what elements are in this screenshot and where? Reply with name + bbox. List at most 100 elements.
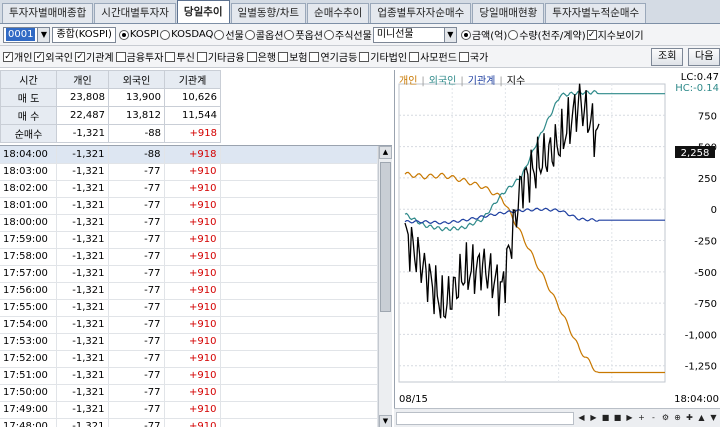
checkbox-icon: [409, 51, 420, 62]
investor-filter-8[interactable]: 연기금등: [309, 49, 357, 64]
investor-filter-6[interactable]: 은행: [246, 49, 276, 64]
table-row[interactable]: 17:51:00 -1,321 -77 +910: [0, 367, 378, 385]
table-row[interactable]: 17:49:00 -1,321 -77 +910: [0, 401, 378, 419]
chart-tool-button-0[interactable]: ◀: [576, 412, 587, 425]
investor-filter-11[interactable]: 국가: [458, 49, 488, 64]
chart-panel[interactable]: 7505002500-250-500-750-1,000-1,250LC:0.4…: [394, 70, 720, 427]
investor-filter-10[interactable]: 사모펀드: [409, 49, 457, 64]
chart-tool-button-5[interactable]: +: [636, 412, 647, 425]
row-blank: [220, 350, 378, 368]
radio-dot-icon: [284, 29, 295, 40]
radio-label: 콜옵션: [255, 31, 284, 42]
investor-filter-5[interactable]: 기타금융: [196, 49, 245, 64]
market-radio-2[interactable]: 선물: [214, 27, 244, 42]
unit-radio-0[interactable]: 금액(억): [460, 27, 507, 42]
tab-4[interactable]: 순매수추이: [307, 3, 370, 23]
chart-tool-button-11[interactable]: ▼: [708, 412, 719, 425]
table-row[interactable]: 17:52:00 -1,321 -77 +910: [0, 350, 378, 368]
futures-dropdown-icon[interactable]: ▼: [444, 26, 457, 43]
table-row[interactable]: 18:01:00 -1,321 -77 +910: [0, 197, 378, 215]
summary-header-foreign: 외국인: [108, 70, 165, 89]
chart-tool-button-6[interactable]: -: [648, 412, 659, 425]
row-individual: -1,321: [56, 333, 109, 351]
chart-tool-button-7[interactable]: ⚙: [660, 412, 671, 425]
checkbox-label: 사모펀드: [420, 53, 457, 64]
table-row[interactable]: 18:00:00 -1,321 -77 +910: [0, 214, 378, 232]
row-institution: +910: [164, 384, 221, 402]
row-blank: [220, 146, 378, 164]
tab-0[interactable]: 투자자별매매종합: [2, 3, 94, 23]
table-row[interactable]: 17:48:00 -1,321 -77 +910: [0, 418, 378, 427]
row-blank: [220, 265, 378, 283]
investor-filter-9[interactable]: 기타법인: [359, 49, 407, 64]
tab-1[interactable]: 시간대별투자자: [94, 3, 176, 23]
next-button[interactable]: 다음: [688, 48, 720, 66]
futures-select[interactable]: 미니선물: [372, 26, 445, 43]
table-row[interactable]: 17:54:00 -1,321 -77 +910: [0, 316, 378, 334]
row-individual: -1,321: [56, 367, 109, 385]
chart-tool-button-1[interactable]: ▶: [588, 412, 599, 425]
time-series-list[interactable]: 18:04:00 -1,321 -88 +918 18:03:00 -1,321 -77 +9…: [0, 145, 392, 427]
row-individual: -1,321: [56, 282, 109, 300]
vertical-scrollbar[interactable]: ▲ ▼: [378, 146, 392, 427]
investor-filter-0[interactable]: ✓ 개인: [3, 49, 32, 64]
row-individual: -1,321: [56, 231, 109, 249]
scroll-up-icon[interactable]: ▲: [379, 146, 392, 159]
show-index-checkbox[interactable]: ✓ 지수보이기: [586, 27, 644, 42]
row-foreign: -77: [108, 282, 165, 300]
row-blank: [220, 418, 378, 427]
unit-radio-1[interactable]: 수량(천주/계약): [508, 27, 586, 42]
investor-filter-7[interactable]: 보험: [278, 49, 307, 64]
chart-tool-button-2[interactable]: ■: [600, 412, 611, 425]
market-radio-4[interactable]: 풋옵션: [284, 27, 323, 42]
investor-filter-2[interactable]: ✓ 기관계: [75, 49, 114, 64]
checkbox-icon: ✓: [75, 51, 86, 62]
row-time: 18:04:00: [0, 146, 57, 164]
chart-tool-button-4[interactable]: ▶: [624, 412, 635, 425]
investor-filter-3[interactable]: 금융투자: [115, 49, 163, 64]
scroll-down-icon[interactable]: ▼: [379, 415, 392, 427]
table-row[interactable]: 17:50:00 -1,321 -77 +910: [0, 384, 378, 402]
market-radio-5[interactable]: 주식선물: [324, 27, 372, 42]
summary-cell-blank: [221, 125, 392, 143]
table-row[interactable]: 18:04:00 -1,321 -88 +918: [0, 146, 378, 164]
table-row[interactable]: 17:53:00 -1,321 -77 +910: [0, 333, 378, 351]
row-institution: +910: [164, 180, 221, 198]
row-time: 17:49:00: [0, 401, 57, 419]
market-radio-0[interactable]: KOSPI: [118, 27, 159, 42]
checkbox-icon: [458, 51, 469, 62]
tab-3[interactable]: 일별동향/차트: [230, 3, 307, 23]
investor-filter-4[interactable]: 투신: [165, 49, 195, 64]
checkbox-label: 기타금융: [207, 53, 245, 64]
summary-cell: -1,321: [56, 124, 109, 143]
chart-tool-button-10[interactable]: ▲: [696, 412, 707, 425]
tab-5[interactable]: 업종별투자자순매수: [370, 3, 472, 23]
x-time-label: 18:04:00: [674, 394, 719, 405]
chart-tool-button-8[interactable]: ⊕: [672, 412, 683, 425]
tab-2[interactable]: 당일추이: [176, 0, 230, 23]
table-row[interactable]: 18:02:00 -1,321 -77 +910: [0, 180, 378, 198]
investor-filter-1[interactable]: ✓ 외국인: [34, 49, 73, 64]
code-dropdown-icon[interactable]: ▼: [38, 26, 51, 43]
table-row[interactable]: 17:55:00 -1,321 -77 +910: [0, 299, 378, 317]
search-button[interactable]: 조회: [651, 48, 684, 66]
table-row[interactable]: 17:56:00 -1,321 -77 +910: [0, 282, 378, 300]
code-input[interactable]: 0001: [3, 26, 39, 43]
show-index-label: 지수보이기: [597, 31, 644, 42]
table-row[interactable]: 18:03:00 -1,321 -77 +910: [0, 163, 378, 181]
checkbox-icon: [278, 51, 289, 62]
chart-tool-button-3[interactable]: ■: [612, 412, 623, 425]
table-row[interactable]: 17:57:00 -1,321 -77 +910: [0, 265, 378, 283]
row-blank: [220, 163, 378, 181]
tab-6[interactable]: 당일매매현황: [472, 3, 545, 23]
market-radio-3[interactable]: 콜옵션: [244, 27, 284, 42]
market-radio-group: KOSPI KOSDAQ 선물 콜옵션 풋옵션 주식선물: [118, 27, 373, 42]
market-radio-1[interactable]: KOSDAQ: [160, 27, 213, 42]
chart-tool-button-9[interactable]: ✚: [684, 412, 695, 425]
row-institution: +910: [164, 299, 221, 317]
chart-scroll-track[interactable]: [396, 411, 574, 425]
table-row[interactable]: 17:59:00 -1,321 -77 +910: [0, 231, 378, 249]
tab-7[interactable]: 투자자별누적순매수: [545, 3, 647, 23]
table-row[interactable]: 17:58:00 -1,321 -77 +910: [0, 248, 378, 266]
scroll-thumb[interactable]: [380, 162, 391, 312]
